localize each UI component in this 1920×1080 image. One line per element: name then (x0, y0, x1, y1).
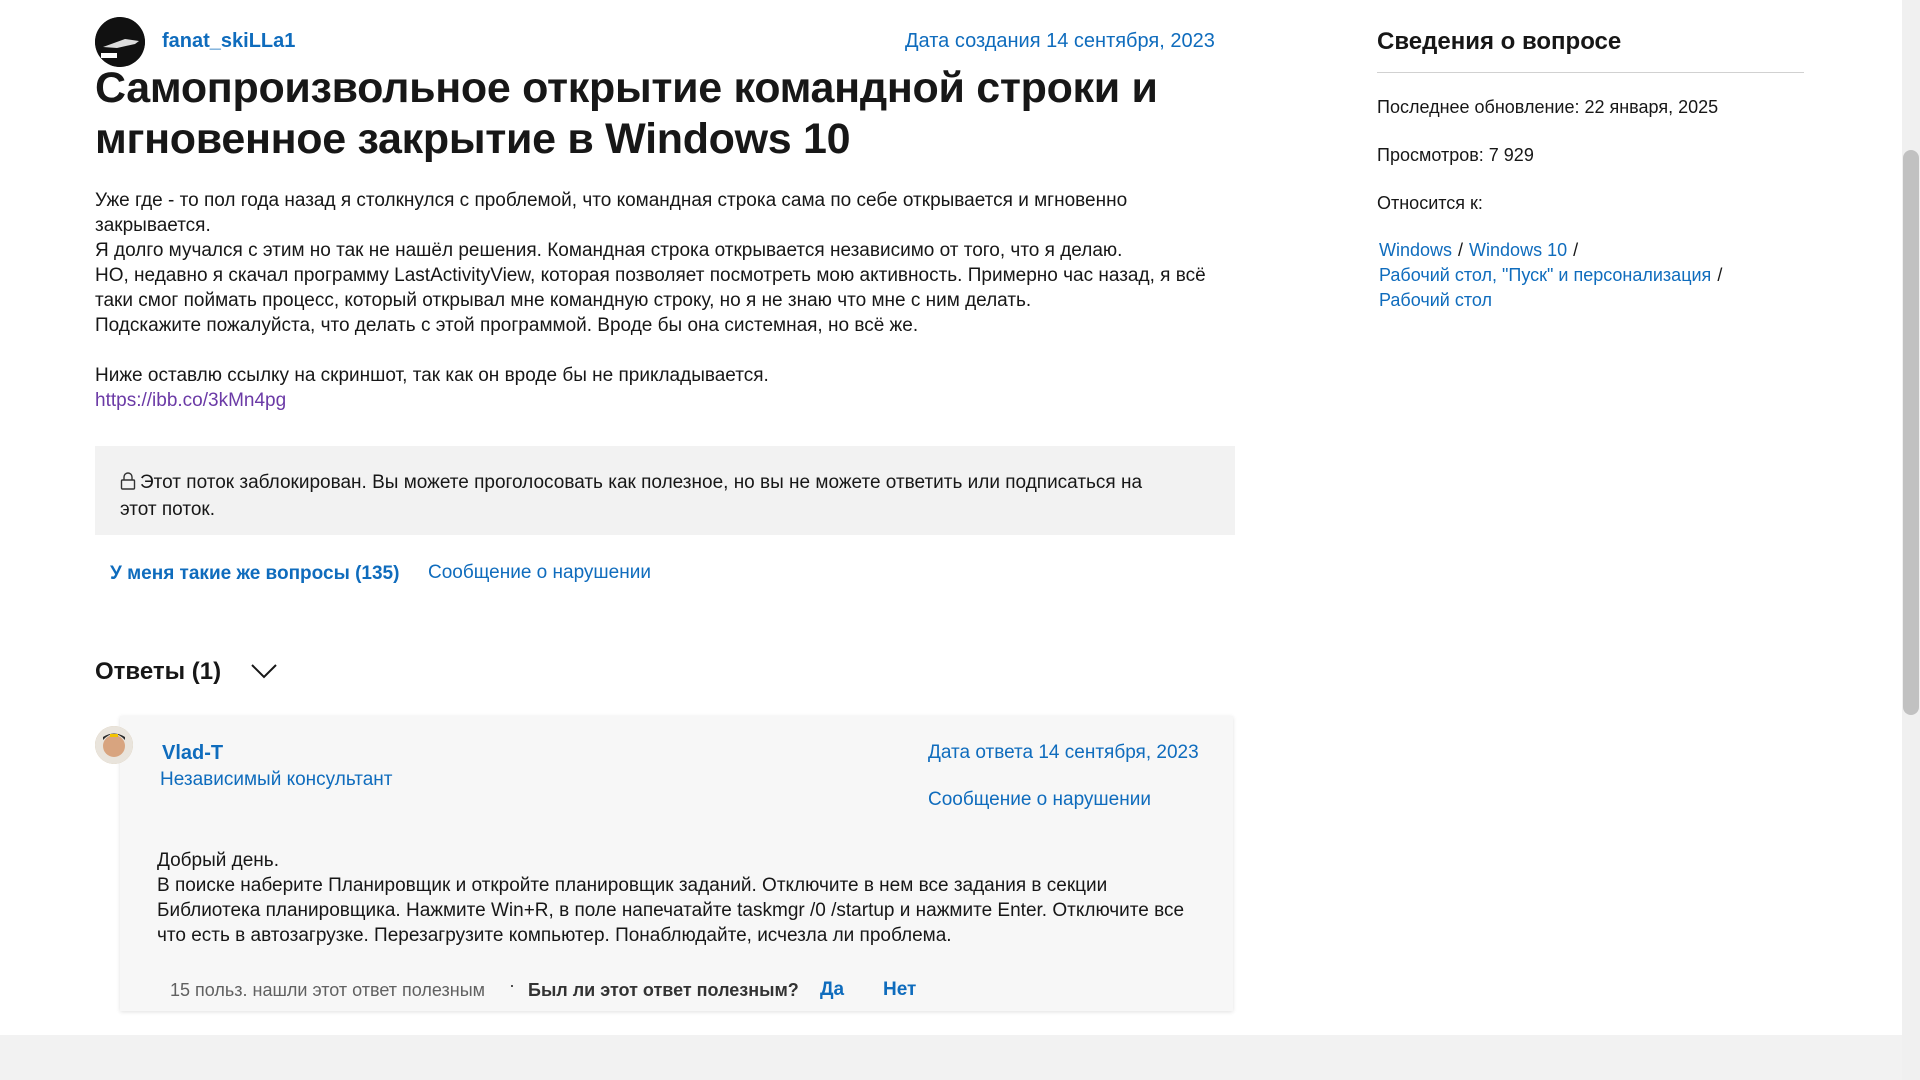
views-count: Просмотров: 7 929 (1377, 145, 1534, 165)
helpful-question: Был ли этот ответ полезным? (528, 980, 799, 1000)
chevron-down-icon[interactable] (250, 659, 278, 683)
report-question-link[interactable]: Сообщение о нарушении (428, 562, 651, 584)
same-question-button[interactable]: У меня такие же вопросы (135) (110, 563, 399, 585)
answer-body: Добрый день. В поиске наберите Планировщ… (157, 848, 1187, 948)
helpful-no-button[interactable]: Нет (883, 979, 916, 1001)
last-updated: Последнее обновление: 22 января, 2025 (1377, 97, 1719, 117)
answer-date[interactable]: Дата ответа 14 сентября, 2023 (928, 742, 1199, 764)
answer-author-link[interactable]: Vlad-T (162, 742, 223, 765)
scrollbar-thumb[interactable] (1903, 150, 1919, 715)
locked-thread-notice: Этот поток заблокирован. Вы можете прого… (95, 446, 1235, 535)
question-paragraph: НО, недавно я скачал программу LastActiv… (95, 265, 1206, 311)
locked-notice-text: Этот поток заблокирован. Вы можете прого… (120, 472, 1143, 520)
screenshot-link[interactable]: https://ibb.co/3kMn4pg (95, 390, 286, 411)
question-paragraph: Ниже оставлю ссылку на скриншот, так как… (95, 365, 769, 386)
helpful-yes-button[interactable]: Да (820, 979, 844, 1001)
crumb-windows-10[interactable]: Windows 10 (1469, 240, 1567, 260)
question-paragraph: Уже где - то пол года назад я столкнулся… (95, 190, 1128, 236)
report-answer-link[interactable]: Сообщение о нарушении (928, 789, 1151, 811)
answers-heading: Ответы (1) (95, 658, 222, 685)
answer-author-role[interactable]: Независимый консультант (160, 769, 393, 791)
question-details-heading: Сведения о вопросе (1377, 28, 1622, 55)
lock-icon (120, 472, 136, 497)
answer-author-avatar[interactable] (95, 726, 133, 764)
crumb-separator: / (1717, 265, 1723, 285)
question-author-link[interactable]: fanat_skiLLa1 (162, 30, 295, 53)
question-paragraph: Подскажите пожалуйста, что делать с этой… (95, 315, 919, 336)
question-body: Уже где - то пол года назад я столкнулся… (95, 188, 1245, 413)
question-paragraph: Я долго мучался с этим но так не нашёл р… (95, 240, 1123, 261)
crumb-desktop-start-personalization[interactable]: Рабочий стол, "Пуск" и персонализация (1379, 265, 1711, 285)
answer-paragraph: В поиске наберите Планировщик и откройте… (157, 875, 1185, 946)
crumb-separator: / (1573, 240, 1579, 260)
separator-dot: · (509, 975, 515, 995)
footer-band (0, 1035, 1920, 1080)
topic-breadcrumb: Windows / Windows 10/ Рабочий стол, "Пуск"… (1379, 238, 1799, 313)
crumb-separator: / (1458, 240, 1464, 260)
crumb-windows[interactable]: Windows (1379, 240, 1452, 260)
question-title: Самопроизвольное открытие командной стро… (95, 64, 1158, 163)
answer-paragraph: Добрый день. (157, 850, 279, 871)
question-created-date[interactable]: Дата создания 14 сентября, 2023 (905, 30, 1215, 53)
helpful-count: 15 польз. нашли этот ответ полезным (170, 980, 486, 1000)
relates-to-label: Относится к: (1377, 193, 1483, 213)
divider (1377, 72, 1804, 73)
author-avatar[interactable] (95, 17, 145, 67)
crumb-desktop[interactable]: Рабочий стол (1379, 290, 1492, 310)
